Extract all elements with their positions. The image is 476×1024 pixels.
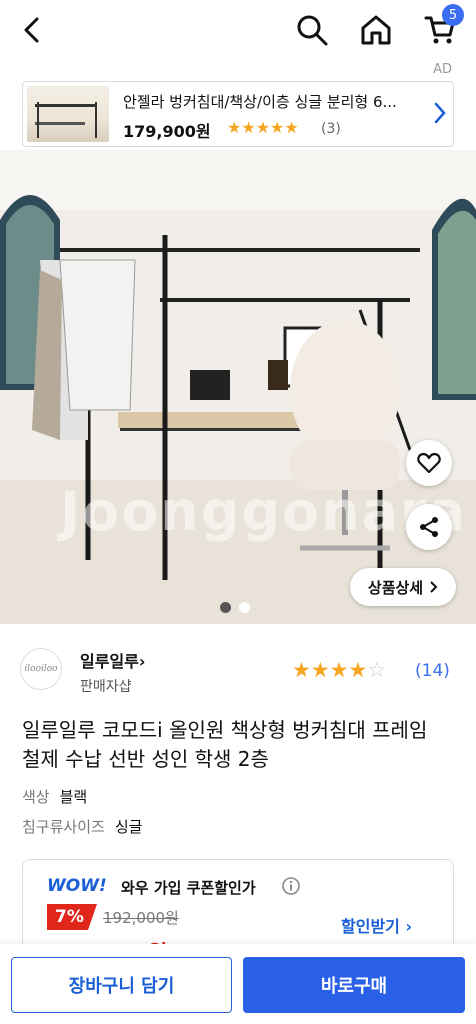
search-button[interactable] [292,10,332,50]
star-icon: ★ [310,658,330,682]
carousel-dot[interactable] [239,602,250,613]
info-icon[interactable] [281,876,301,900]
ad-title: 안젤라 벙커침대/책상/이층 싱글 분리형 6... [123,93,397,111]
carousel-indicator [220,602,250,613]
star-icon: ★ [292,658,311,682]
star-icon: ★ [348,658,368,682]
chevron-right-icon [430,581,438,593]
star-empty-icon: ☆ [367,658,387,682]
product-title: 일루일루 코모드i 올인원 책상형 벙커침대 프레임 철제 수납 선반 성인 학… [22,718,428,771]
wow-logo: WOW! [47,876,107,896]
product-detail-label: 상품상세 [367,578,424,597]
share-button[interactable] [406,504,452,550]
coupon-label: 와우 가입 쿠폰할인가 [121,879,256,897]
heart-icon [417,452,441,474]
seller-shop-label: 판매자샵 [80,679,132,695]
bottom-action-bar: 장바구니 담기 바로구매 [0,944,476,1024]
get-coupon-link[interactable]: 할인받기 › [341,913,412,937]
home-button[interactable] [356,10,396,50]
home-icon [361,15,391,45]
seller-name-link[interactable]: 일루일루› [80,648,145,672]
seller-name: 일루일루 [80,652,139,671]
product-rating-stars[interactable]: ★★★★☆ [292,658,386,682]
search-icon [297,15,328,46]
option-value: 블랙 [59,788,88,806]
product-image-carousel[interactable]: Joonggonara 상품상세 [0,150,476,624]
ad-label: AD [433,62,452,77]
cart-button[interactable]: 5 [420,4,464,50]
option-key: 색상 [22,788,50,806]
chevron-right-icon [433,102,447,128]
ad-price: 179,900원 [123,122,211,141]
back-button[interactable] [12,10,52,50]
chevron-right-icon: › [405,917,413,936]
get-coupon-label: 할인받기 [341,917,400,936]
share-icon [420,517,438,537]
option-value: 싱글 [114,818,143,836]
wishlist-button[interactable] [406,440,452,486]
original-price: 192,000원 [103,909,179,927]
discount-badge: 7% [47,904,97,930]
chevron-right-icon: › [138,652,146,671]
top-navigation-bar: 5 [0,0,476,62]
product-detail-button[interactable]: 상품상세 [350,568,456,606]
review-count-link[interactable]: (14) [415,661,450,681]
option-key: 침구류사이즈 [22,818,105,836]
product-image [0,150,476,624]
seller-logo[interactable]: ilooiloo [20,648,62,690]
ad-thumbnail [27,86,109,142]
add-to-cart-button[interactable]: 장바구니 담기 [11,957,232,1013]
back-arrow-icon [24,17,39,43]
ad-review-count: (3) [321,121,341,137]
ad-rating-stars: ★★★★★ [227,118,299,137]
ad-banner[interactable]: 안젤라 벙커침대/책상/이층 싱글 분리형 6... 179,900원 ★★★★… [22,81,454,147]
option-size: 침구류사이즈 싱글 [22,816,142,837]
cart-count-badge: 5 [442,4,464,26]
star-icon: ★ [329,658,349,682]
buy-now-button[interactable]: 바로구매 [243,957,465,1013]
carousel-dot-active[interactable] [220,602,231,613]
option-color: 색상 블랙 [22,786,87,807]
